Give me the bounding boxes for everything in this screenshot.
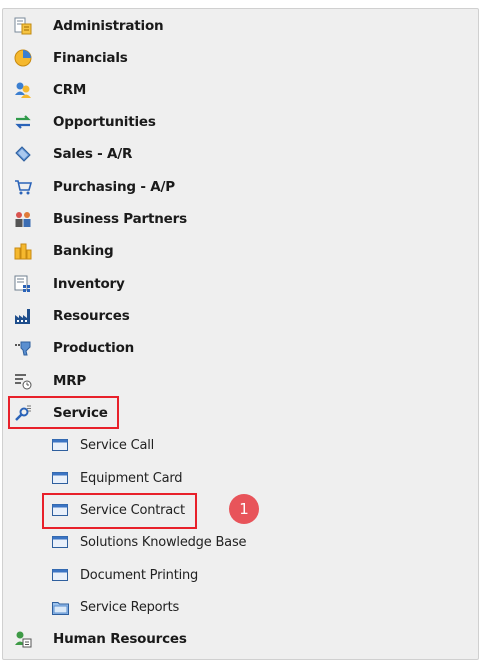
inventory-icon <box>13 274 33 294</box>
menu-item-label: Inventory <box>53 276 125 292</box>
service-icon <box>13 403 33 423</box>
submenu-item-service-reports[interactable]: Service Reports <box>3 591 478 623</box>
crm-icon <box>13 80 33 100</box>
sales-icon <box>13 144 33 164</box>
menu-item-inventory[interactable]: Inventory <box>3 268 478 300</box>
form-window-icon <box>50 532 70 552</box>
submenu-item-label: Equipment Card <box>80 470 183 486</box>
menu-item-label: Business Partners <box>53 211 187 227</box>
step-number-badge: 1 <box>229 494 259 524</box>
menu-item-label: Banking <box>53 243 114 259</box>
menu-item-financials[interactable]: Financials <box>3 42 478 74</box>
menu-item-purchasing[interactable]: Purchasing - A/P <box>3 171 478 203</box>
menu-item-label: Financials <box>53 50 128 66</box>
menu-item-service[interactable]: Service <box>3 397 478 429</box>
submenu-item-service-call[interactable]: Service Call <box>3 429 478 461</box>
menu-item-production[interactable]: Production <box>3 332 478 364</box>
menu-item-resources[interactable]: Resources <box>3 300 478 332</box>
menu-item-label: Purchasing - A/P <box>53 179 175 195</box>
business-partners-icon <box>13 209 33 229</box>
resources-icon <box>13 306 33 326</box>
submenu-item-document-printing[interactable]: Document Printing <box>3 559 478 591</box>
menu-item-opportunities[interactable]: Opportunities <box>3 106 478 138</box>
financials-icon <box>13 48 33 68</box>
submenu-item-label: Service Call <box>80 437 155 453</box>
menu-item-label: CRM <box>53 82 87 98</box>
purchasing-cart-icon <box>13 177 33 197</box>
production-icon <box>13 338 33 358</box>
menu-item-label: Sales - A/R <box>53 146 133 162</box>
form-window-icon <box>50 565 70 585</box>
menu-item-label: Production <box>53 340 135 356</box>
submenu-item-label: Service Contract <box>80 502 185 518</box>
menu-item-crm[interactable]: CRM <box>3 74 478 106</box>
menu-item-administration[interactable]: Administration <box>3 10 478 42</box>
form-window-icon <box>50 500 70 520</box>
folder-icon <box>50 597 70 617</box>
menu-item-sales[interactable]: Sales - A/R <box>3 138 478 170</box>
administration-icon <box>13 16 33 36</box>
human-resources-icon <box>13 629 33 649</box>
menu-item-label: Opportunities <box>53 114 156 130</box>
banking-icon <box>13 241 33 261</box>
menu-item-human-resources[interactable]: Human Resources <box>3 623 478 655</box>
menu-item-label: Administration <box>53 18 164 34</box>
submenu-item-solutions-knowledge-base[interactable]: Solutions Knowledge Base <box>3 526 478 558</box>
submenu-item-label: Document Printing <box>80 567 199 583</box>
menu-item-label: Human Resources <box>53 631 187 647</box>
main-menu-panel: Administration Financials CRM Opportunit… <box>2 8 479 660</box>
submenu-item-label: Service Reports <box>80 599 180 615</box>
menu-item-business-partners[interactable]: Business Partners <box>3 203 478 235</box>
mrp-icon <box>13 371 33 391</box>
form-window-icon <box>50 435 70 455</box>
menu-item-label: Resources <box>53 308 130 324</box>
submenu-item-label: Solutions Knowledge Base <box>80 534 247 550</box>
menu-item-mrp[interactable]: MRP <box>3 365 478 397</box>
menu-item-label: Service <box>53 405 108 421</box>
menu-item-banking[interactable]: Banking <box>3 235 478 267</box>
opportunities-icon <box>13 112 33 132</box>
form-window-icon <box>50 468 70 488</box>
submenu-item-equipment-card[interactable]: Equipment Card <box>3 462 478 494</box>
menu-item-label: MRP <box>53 373 87 389</box>
